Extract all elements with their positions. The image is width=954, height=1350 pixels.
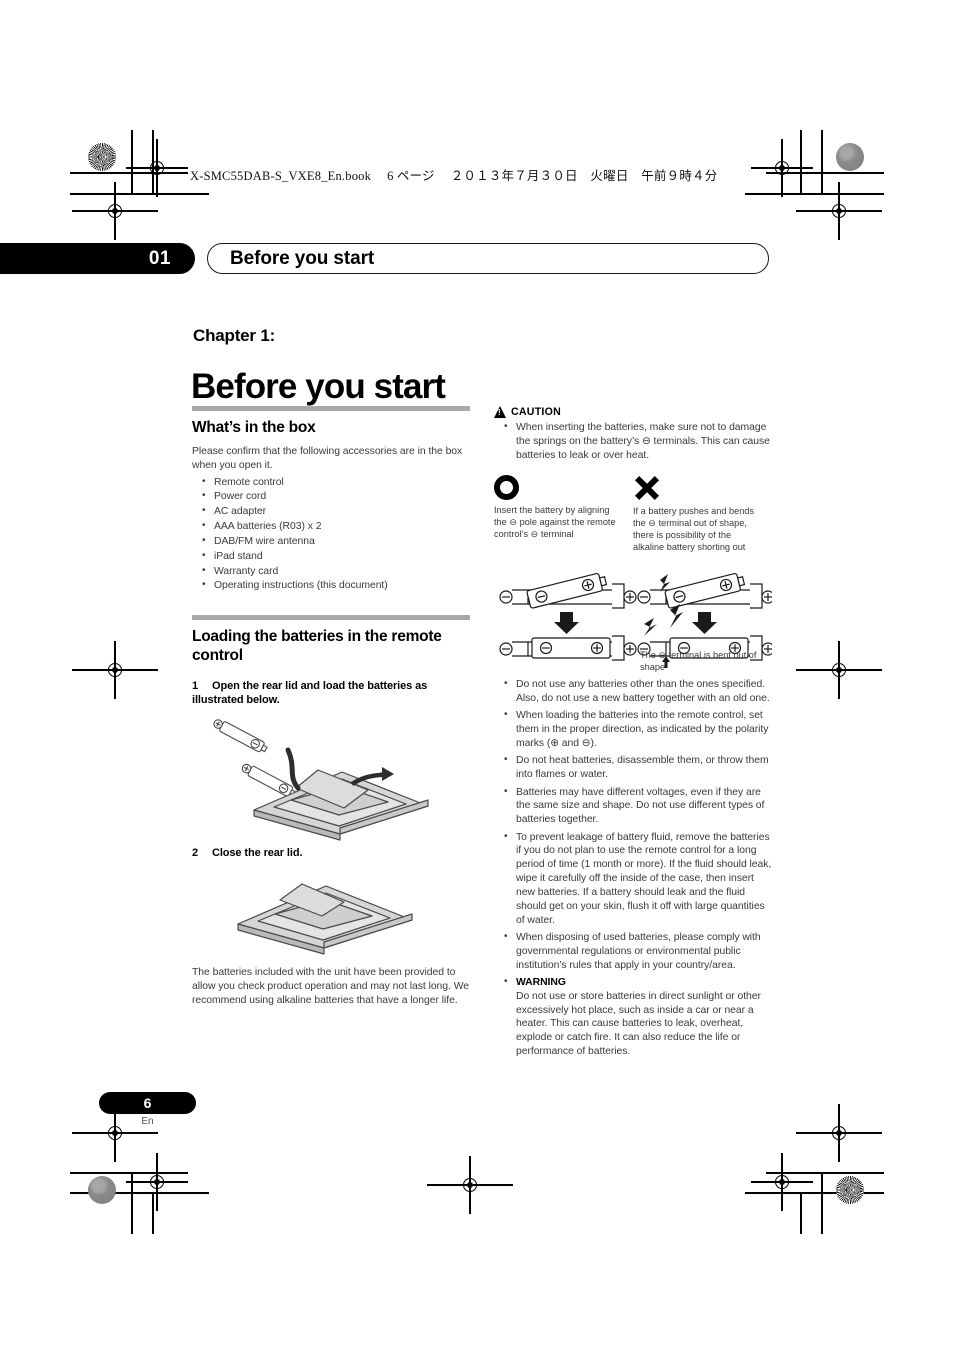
registration-mark <box>751 1153 813 1211</box>
diagram-caption: The ⊖ terminal is bent out of shape <box>640 650 757 673</box>
step-1: 1 Open the rear lid and load the batterie… <box>192 679 470 708</box>
page-number-badge: 6 <box>99 1092 196 1114</box>
registration-mark <box>796 182 882 240</box>
caution-label: CAUTION <box>511 406 562 418</box>
trim-line <box>800 1192 802 1234</box>
battery-life-note: The batteries included with the unit hav… <box>192 966 469 1006</box>
print-burst-target <box>836 1176 864 1204</box>
battery-compartment-diagrams: The ⊖ terminal is bent out of shape <box>494 562 775 673</box>
step-1-text: Open the rear lid and load the batteries… <box>192 680 428 707</box>
list-item: AAA batteries (R03) x 2 <box>192 519 470 534</box>
list-item: Operating instructions (this document) <box>192 578 470 593</box>
print-burst-target <box>88 143 116 171</box>
trim-line <box>131 130 133 194</box>
right-column: CAUTION When inserting the batteries, ma… <box>494 406 775 1062</box>
down-arrow-icon <box>554 612 579 635</box>
registration-mark <box>126 1153 188 1211</box>
chapter-number-tab: 01 <box>0 243 195 274</box>
registration-mark <box>72 182 158 240</box>
list-item: DAB/FM wire antenna <box>192 534 470 549</box>
remote-closed-lid-svg <box>237 883 413 955</box>
section-heading-whats-in-the-box: What’s in the box <box>192 419 316 436</box>
registration-mark <box>72 641 158 699</box>
battery-notes-list: Do not use any batteries other than the … <box>494 677 772 1059</box>
accessory-list: Remote control Power cord AC adapter AAA… <box>192 475 470 594</box>
circle-ok-icon <box>494 475 519 501</box>
warning-label: WARNING <box>516 976 566 988</box>
symbol-row: Insert the battery by aligning the ⊖ pol… <box>494 475 772 554</box>
list-item: AC adapter <box>192 504 470 519</box>
left-column: What’s in the box Please confirm that th… <box>192 406 470 1007</box>
symbol-cell-correct: Insert the battery by aligning the ⊖ pol… <box>494 475 633 554</box>
section-heading-loading-batteries: Loading the batteries in the remote cont… <box>192 628 442 665</box>
list-item: Remote control <box>192 475 470 490</box>
list-item: Warranty card <box>192 564 470 579</box>
cross-ng-icon <box>633 475 659 501</box>
down-arrow-icon <box>692 612 717 635</box>
print-gray-dot <box>88 1176 116 1204</box>
list-item: To prevent leakage of battery fluid, rem… <box>494 830 772 928</box>
list-item-warning: WARNING Do not use or store batteries in… <box>494 975 772 1059</box>
symbol-caption: If a battery pushes and bends the ⊖ term… <box>633 506 755 553</box>
page-language-code: En <box>141 1116 154 1127</box>
registration-mark <box>126 139 188 197</box>
trim-line <box>800 130 802 194</box>
page-title: Before you start <box>191 367 446 407</box>
step-2-number: 2 <box>192 846 199 859</box>
caution-header: CAUTION <box>494 406 772 418</box>
symbol-cell-incorrect: If a battery pushes and bends the ⊖ term… <box>633 475 772 554</box>
running-head-label: Before you start <box>230 247 375 269</box>
page-number: 6 <box>143 1095 152 1111</box>
warning-text: Do not use or store batteries in direct … <box>516 990 761 1057</box>
list-item: When disposing of used batteries, please… <box>494 930 772 972</box>
symbol-caption: Insert the battery by aligning the ⊖ pol… <box>494 505 616 540</box>
list-item: Do not heat batteries, disassemble them,… <box>494 753 772 782</box>
book-header-line: X-SMC55DAB-S_VXE8_En.book 6 ページ ２０１３年７月３… <box>190 169 718 183</box>
caution-list: When inserting the batteries, make sure … <box>494 420 772 462</box>
list-item: Power cord <box>192 489 470 504</box>
chapter-number: 01 <box>148 247 171 269</box>
list-item: When inserting the batteries, make sure … <box>494 420 772 462</box>
whats-in-box-intro: Please confirm that the following access… <box>192 445 463 471</box>
illustration-insert-batteries <box>192 714 470 842</box>
registration-mark <box>796 1104 882 1162</box>
warning-triangle-icon <box>494 406 506 418</box>
step-1-number: 1 <box>192 680 199 692</box>
list-item: Do not use any batteries other than the … <box>494 677 772 706</box>
step-2: 2 Close the rear lid. <box>192 846 470 860</box>
trim-line <box>152 1192 154 1234</box>
chapter-eyebrow: Chapter 1: <box>193 326 276 345</box>
section-rule <box>192 615 470 621</box>
list-item: iPad stand <box>192 549 470 564</box>
list-item: Batteries may have different voltages, e… <box>494 785 772 827</box>
running-head-pill: Before you start <box>207 243 769 274</box>
trim-line <box>821 1172 823 1234</box>
registration-mark <box>427 1156 513 1214</box>
registration-mark <box>751 139 813 197</box>
step-2-text: Close the rear lid. <box>212 846 303 859</box>
remote-open-lid-svg <box>213 718 429 841</box>
list-item: When loading the batteries into the remo… <box>494 708 772 750</box>
trim-line <box>70 193 209 195</box>
illustration-close-lid <box>192 866 470 958</box>
trim-line <box>821 130 823 194</box>
trim-line <box>745 193 884 195</box>
section-rule <box>192 406 470 411</box>
registration-mark <box>796 641 882 699</box>
print-gray-dot <box>836 143 864 171</box>
